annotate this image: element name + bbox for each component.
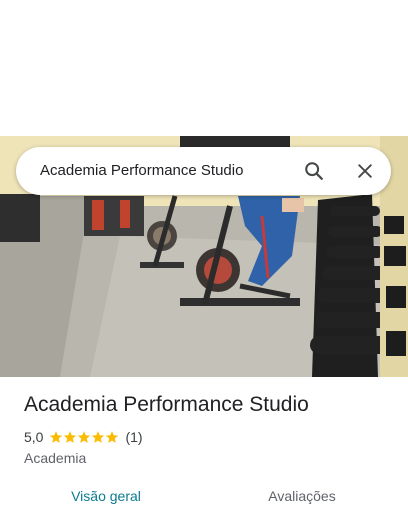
close-button[interactable]: [349, 155, 381, 187]
star-icon: [92, 431, 105, 443]
rating-value: 5,0: [24, 429, 44, 445]
rating-row[interactable]: 5,0 (1): [24, 429, 143, 445]
place-category: Academia: [24, 450, 87, 466]
review-count[interactable]: (1): [125, 429, 142, 445]
star-icon: [106, 431, 119, 443]
search-button[interactable]: [298, 155, 330, 187]
search-bar[interactable]: Academia Performance Studio: [16, 147, 391, 195]
star-icon: [64, 431, 77, 443]
star-icon: [50, 431, 63, 443]
place-tabs: Visão geral Avaliações: [0, 480, 408, 512]
star-rating: [49, 430, 119, 444]
close-icon: [358, 164, 372, 178]
search-query-text[interactable]: Academia Performance Studio: [40, 147, 243, 195]
star-icon: [78, 431, 91, 443]
tab-overview[interactable]: Visão geral: [44, 480, 168, 512]
place-title: Academia Performance Studio: [24, 393, 309, 416]
search-icon: [305, 162, 323, 180]
tab-reviews[interactable]: Avaliações: [240, 480, 364, 512]
